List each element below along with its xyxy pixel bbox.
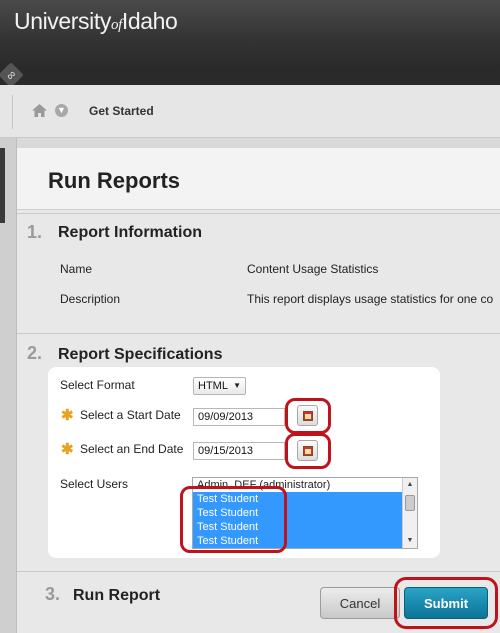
format-select[interactable]: HTML ▼ xyxy=(193,377,246,395)
highlight-ring xyxy=(285,398,331,434)
scroll-up-icon[interactable]: ▲ xyxy=(403,478,417,492)
university-logo[interactable]: UniversityofIdaho xyxy=(14,8,178,35)
left-menu-strip[interactable] xyxy=(0,138,17,633)
brand-text: University xyxy=(14,8,111,34)
section-divider xyxy=(17,571,500,572)
brand-text-2: Idaho xyxy=(121,8,178,34)
required-star-icon: ✱ xyxy=(61,407,74,424)
section-title: Report Information xyxy=(58,224,202,241)
breadcrumb xyxy=(0,85,500,138)
highlight-ring xyxy=(285,433,331,469)
name-value: Content Usage Statistics xyxy=(247,262,379,276)
scroll-down-icon[interactable]: ▼ xyxy=(403,534,417,548)
users-label: Select Users xyxy=(60,477,129,491)
format-select-value: HTML xyxy=(198,380,228,392)
required-star-icon: ✱ xyxy=(61,441,74,458)
home-icon[interactable] xyxy=(31,103,48,118)
breadcrumb-current: Get Started xyxy=(89,104,154,118)
highlight-ring xyxy=(394,577,498,629)
section-divider xyxy=(17,333,500,334)
name-label: Name xyxy=(60,262,93,276)
dropdown-arrow-icon: ▼ xyxy=(233,381,241,390)
brand-of: of xyxy=(110,17,122,33)
section-divider xyxy=(17,213,500,214)
banner-subbar xyxy=(0,66,500,85)
highlight-ring xyxy=(180,486,287,553)
format-label: Select Format xyxy=(60,378,135,392)
step-number: 2. xyxy=(27,343,43,363)
end-date-label: Select an End Date xyxy=(80,442,184,456)
scroll-thumb[interactable] xyxy=(405,495,415,511)
cancel-button[interactable]: Cancel xyxy=(320,587,400,619)
step-number: 3. xyxy=(45,584,61,604)
section-title: Run Report xyxy=(73,587,161,604)
step-number: 1. xyxy=(27,222,43,242)
scrollbar[interactable]: ▲ ▼ xyxy=(402,478,417,548)
start-date-label: Select a Start Date xyxy=(80,408,181,422)
end-date-input[interactable] xyxy=(193,442,285,460)
description-label: Description xyxy=(60,292,121,306)
chevron-down-icon[interactable]: ▼ xyxy=(55,104,68,117)
start-date-input[interactable] xyxy=(193,408,285,426)
section-title: Report Specifications xyxy=(58,346,223,363)
description-value: This report displays usage statistics fo… xyxy=(247,292,494,306)
page-title: Run Reports xyxy=(48,168,180,193)
